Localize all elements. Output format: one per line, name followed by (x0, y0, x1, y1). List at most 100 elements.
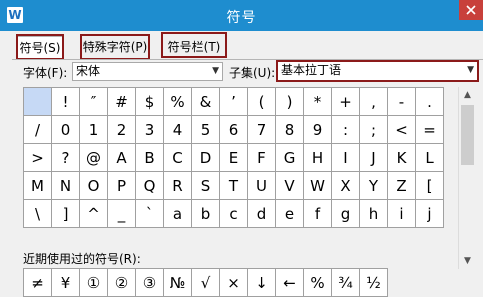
symbol-cell[interactable]: M (23, 171, 52, 200)
symbol-cell[interactable]: [ (415, 171, 444, 200)
symbol-cell[interactable]: e (275, 199, 304, 228)
symbol-grid: ! ″ # $% &’() * +, -. /0 1 2 3 4 5 6 7 8 9:; < = >? @ A B C D E F G H… (23, 87, 444, 228)
symbol-cell[interactable]: ( (247, 87, 276, 116)
symbol-cell[interactable]: V (275, 171, 304, 200)
scroll-down-arrow-icon[interactable]: ▼ (459, 253, 476, 269)
symbol-cell[interactable]: E (219, 143, 248, 172)
symbol-cell[interactable]: d (247, 199, 276, 228)
symbol-cell[interactable]: 7 (247, 115, 276, 144)
symbol-cell[interactable]: P (107, 171, 136, 200)
recent-symbol-cell[interactable]: √ (191, 268, 220, 297)
symbol-cell[interactable]: # (107, 87, 136, 116)
recent-symbol-cell[interactable]: ① (79, 268, 108, 297)
symbol-cell[interactable]: 6 (219, 115, 248, 144)
symbol-cell[interactable]: $ (135, 87, 164, 116)
symbol-cell[interactable]: A (107, 143, 136, 172)
symbol-cell[interactable]: N (51, 171, 80, 200)
symbol-cell[interactable]: B (135, 143, 164, 172)
symbol-cell[interactable]: ; (359, 115, 388, 144)
symbol-cell[interactable]: Z (387, 171, 416, 200)
symbol-cell[interactable]: H (303, 143, 332, 172)
symbol-cell[interactable]: ^ (79, 199, 108, 228)
symbol-cell[interactable] (23, 87, 52, 116)
symbol-cell[interactable]: ! (51, 87, 80, 116)
symbol-cell[interactable]: < (387, 115, 416, 144)
recent-symbol-cell[interactable]: ③ (135, 268, 164, 297)
symbol-grid-row: \] ^ _ ` a b c d e f g h i j (23, 199, 444, 228)
recent-symbol-cell[interactable]: ½ (359, 268, 388, 297)
scroll-thumb[interactable] (461, 105, 474, 165)
symbol-cell[interactable]: I (331, 143, 360, 172)
highlight-box-tab-special (80, 34, 150, 60)
symbol-cell[interactable]: C (163, 143, 192, 172)
symbol-cell[interactable]: f (303, 199, 332, 228)
recent-symbol-cell[interactable]: ¾ (331, 268, 360, 297)
symbol-cell[interactable]: T (219, 171, 248, 200)
symbol-cell[interactable]: , (359, 87, 388, 116)
symbol-cell[interactable]: 0 (51, 115, 80, 144)
symbol-cell[interactable]: F (247, 143, 276, 172)
symbol-cell[interactable]: G (275, 143, 304, 172)
recent-symbol-cell[interactable]: ← (275, 268, 304, 297)
recent-symbol-cell[interactable]: № (163, 268, 192, 297)
symbol-cell[interactable]: 1 (79, 115, 108, 144)
scroll-up-arrow-icon[interactable]: ▲ (459, 87, 476, 103)
symbol-cell[interactable]: 4 (163, 115, 192, 144)
symbol-cell[interactable]: 3 (135, 115, 164, 144)
symbol-cell[interactable]: D (191, 143, 220, 172)
symbol-cell[interactable]: Y (359, 171, 388, 200)
symbol-cell[interactable]: J (359, 143, 388, 172)
symbol-cell[interactable]: 5 (191, 115, 220, 144)
symbol-cell[interactable]: . (415, 87, 444, 116)
symbol-cell[interactable]: @ (79, 143, 108, 172)
symbol-cell[interactable]: + (331, 87, 360, 116)
symbol-cell[interactable]: O (79, 171, 108, 200)
symbol-cell[interactable]: ` (135, 199, 164, 228)
symbol-cell[interactable]: g (331, 199, 360, 228)
symbol-cell[interactable]: ) (275, 87, 304, 116)
symbol-cell[interactable]: _ (107, 199, 136, 228)
grid-scrollbar[interactable]: ▲ ▼ (458, 87, 476, 269)
symbol-cell[interactable]: 2 (107, 115, 136, 144)
close-button[interactable] (459, 0, 483, 20)
symbol-cell[interactable]: ″ (79, 87, 108, 116)
symbol-cell[interactable]: i (387, 199, 416, 228)
symbol-cell[interactable]: : (331, 115, 360, 144)
recent-symbol-cell[interactable]: % (303, 268, 332, 297)
symbol-cell[interactable]: c (219, 199, 248, 228)
recent-symbol-cell[interactable]: ¥ (51, 268, 80, 297)
symbol-cell[interactable]: * (303, 87, 332, 116)
symbol-cell[interactable]: X (331, 171, 360, 200)
symbol-cell[interactable]: j (415, 199, 444, 228)
symbol-cell[interactable]: 8 (275, 115, 304, 144)
recent-symbol-cell[interactable]: ↓ (247, 268, 276, 297)
symbol-cell[interactable]: / (23, 115, 52, 144)
symbol-cell[interactable]: = (415, 115, 444, 144)
symbol-cell[interactable]: % (163, 87, 192, 116)
symbol-cell[interactable]: U (247, 171, 276, 200)
symbol-cell[interactable]: 9 (303, 115, 332, 144)
font-select[interactable]: 宋体 ▼ (72, 62, 223, 81)
symbol-cell[interactable]: - (387, 87, 416, 116)
symbol-cell[interactable]: ? (51, 143, 80, 172)
symbol-cell[interactable]: \ (23, 199, 52, 228)
symbol-grid-row: M N O P Q R S T U V W X Y Z[ (23, 171, 444, 200)
symbol-cell[interactable]: Q (135, 171, 164, 200)
symbol-cell[interactable]: K (387, 143, 416, 172)
symbol-cell[interactable]: L (415, 143, 444, 172)
symbol-cell[interactable]: a (163, 199, 192, 228)
recent-symbol-cell[interactable]: ② (107, 268, 136, 297)
symbol-cell[interactable]: S (191, 171, 220, 200)
recent-symbol-cell[interactable]: ≠ (23, 268, 52, 297)
symbol-cell[interactable]: W (303, 171, 332, 200)
symbol-cell[interactable]: ’ (219, 87, 248, 116)
symbol-cell[interactable]: b (191, 199, 220, 228)
symbol-cell[interactable]: > (23, 143, 52, 172)
symbol-cell[interactable]: R (163, 171, 192, 200)
symbol-cell[interactable]: ] (51, 199, 80, 228)
recent-symbol-cell[interactable]: × (219, 268, 248, 297)
symbol-cell[interactable]: h (359, 199, 388, 228)
highlight-box-tab-symbol-bar (161, 32, 227, 58)
symbol-cell[interactable]: & (191, 87, 220, 116)
close-icon (466, 5, 476, 15)
